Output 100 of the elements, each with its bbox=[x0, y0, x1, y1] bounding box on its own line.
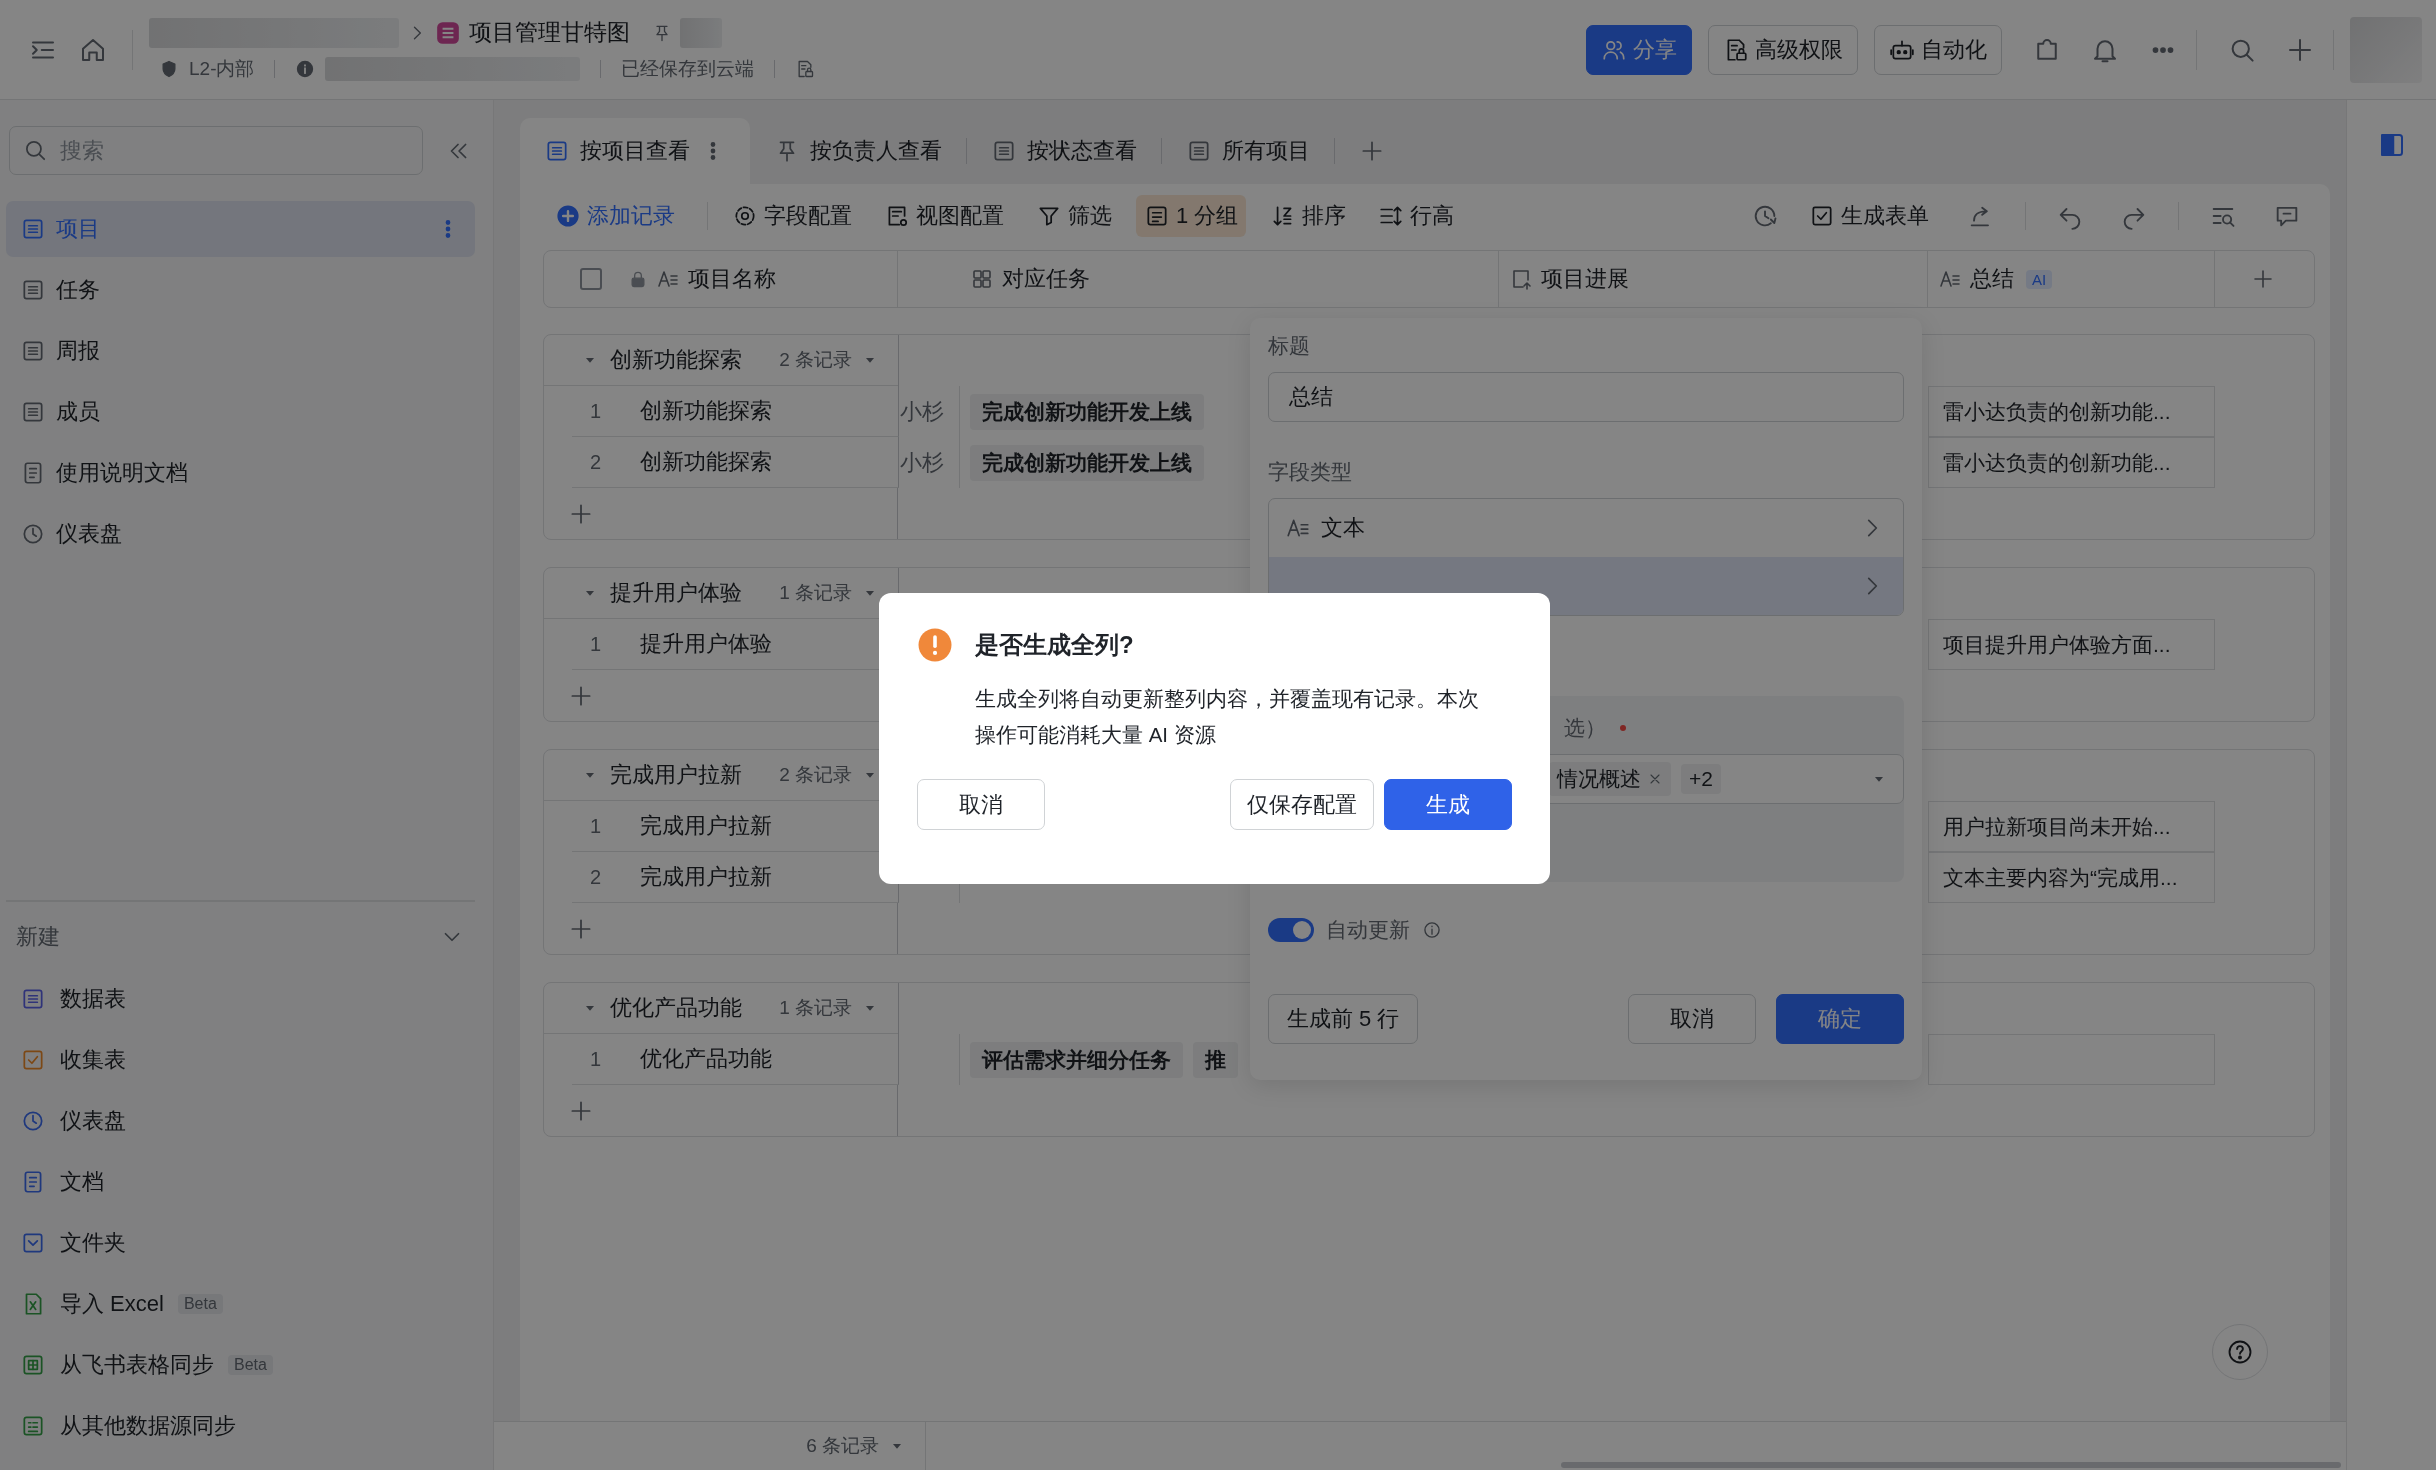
top-button[interactable]: 自动化 bbox=[1874, 24, 2002, 75]
save-status: 已经保存到云端 bbox=[621, 57, 755, 81]
top-button[interactable]: 高级权限 bbox=[1708, 24, 1858, 75]
beta-tag: Beta bbox=[177, 1293, 223, 1314]
group-title: 完成用户拉新 bbox=[610, 761, 742, 789]
app-icon bbox=[435, 19, 461, 46]
sidebar-item[interactable]: 使用说明文档 bbox=[6, 445, 475, 501]
create-item[interactable]: 文档 bbox=[6, 1151, 475, 1212]
row-number: 2 bbox=[590, 865, 603, 889]
table-icon bbox=[991, 138, 1017, 164]
ai-tag: AI bbox=[2026, 269, 2053, 289]
create-item[interactable]: 从飞书表格同步 Beta bbox=[6, 1334, 475, 1395]
toolbar-button[interactable]: 添加记录 bbox=[547, 195, 683, 237]
dialog-button[interactable]: 生成 bbox=[1384, 779, 1512, 830]
toolbar-button[interactable]: 字段配置 bbox=[724, 195, 860, 237]
column-header[interactable]: 项目名称 bbox=[688, 264, 776, 294]
column-header[interactable]: 项目进展 bbox=[1541, 264, 1629, 294]
select-all-checkbox[interactable] bbox=[580, 268, 602, 290]
table-icon bbox=[20, 399, 46, 425]
table-icon bbox=[20, 338, 46, 364]
table-cell-text: 提升用户体验 bbox=[640, 630, 772, 658]
view-tab[interactable]: 按状态查看 bbox=[967, 118, 1161, 184]
create-item[interactable]: 文件夹 bbox=[6, 1212, 475, 1273]
create-item[interactable]: 导入 Excel Beta bbox=[6, 1273, 475, 1334]
add-icon bbox=[555, 203, 581, 229]
view-tab[interactable]: 按负责人查看 bbox=[750, 118, 966, 184]
panel-button[interactable]: 确定 bbox=[1776, 994, 1904, 1044]
top-button[interactable]: 分享 bbox=[1586, 24, 1692, 75]
table-icon bbox=[20, 277, 46, 303]
toolbar-button[interactable]: 1 分组 bbox=[1136, 195, 1247, 237]
table-cell-text: 创新功能探索 bbox=[640, 448, 772, 476]
task-tag: 完成创新功能开发上线 bbox=[970, 393, 1204, 430]
view-tab[interactable]: 所有项目 bbox=[1162, 118, 1334, 184]
warning-icon bbox=[917, 627, 953, 663]
table-cell-text: 用户拉新项目尚未开始... bbox=[1943, 813, 2171, 840]
row-number: 1 bbox=[590, 399, 603, 423]
section-title: 新建 bbox=[16, 923, 60, 951]
row-height-icon bbox=[1378, 203, 1405, 229]
row-number: 1 bbox=[590, 1047, 603, 1071]
group-title: 提升用户体验 bbox=[610, 579, 742, 607]
record-count: 2 条记录 bbox=[779, 763, 852, 787]
sidebar-item[interactable]: 任务 bbox=[6, 262, 475, 318]
task-tag: 完成创新功能开发上线 bbox=[970, 444, 1204, 481]
table-cell-text: 雷小达负责的创新功能... bbox=[1943, 398, 2171, 425]
table-cell-text: 完成用户拉新 bbox=[640, 863, 772, 891]
create-item[interactable]: 数据表 bbox=[6, 968, 475, 1029]
dialog-button[interactable]: 取消 bbox=[917, 779, 1045, 830]
checkbox-form-icon bbox=[1809, 203, 1835, 229]
toggle-label: 自动更新 bbox=[1326, 917, 1410, 943]
table-icon bbox=[544, 138, 570, 164]
record-count: 6 条记录 bbox=[806, 1434, 879, 1458]
toolbar-button[interactable]: 生成表单 bbox=[1801, 195, 1937, 237]
sidebar-item[interactable]: 仪表盘 bbox=[6, 506, 475, 562]
sidebar-item[interactable]: 周报 bbox=[6, 323, 475, 379]
record-count: 2 条记录 bbox=[779, 348, 852, 372]
create-item[interactable]: 仪表盘 bbox=[6, 1090, 475, 1151]
table-cell-text: 文本主要内容为“完成用... bbox=[1943, 864, 2178, 891]
record-count: 1 条记录 bbox=[779, 996, 852, 1020]
table-cell-text: 优化产品功能 bbox=[640, 1045, 772, 1073]
column-header[interactable]: 对应任务 bbox=[1002, 264, 1090, 294]
field-tag: 情况概述 bbox=[1549, 762, 1671, 796]
toolbar-button[interactable]: 行高 bbox=[1370, 195, 1463, 237]
toolbar-button[interactable]: 筛选 bbox=[1028, 195, 1120, 237]
table-cell-text: 雷小达负责的创新功能... bbox=[1943, 449, 2171, 476]
table-cell-text: 完成用户拉新 bbox=[640, 812, 772, 840]
panel-button[interactable]: 取消 bbox=[1628, 994, 1756, 1044]
sidebar-item[interactable]: 成员 bbox=[6, 384, 475, 440]
document-title: 项目管理甘特图 bbox=[469, 18, 630, 47]
field-label: 字段类型 bbox=[1268, 459, 1353, 485]
row-number: 1 bbox=[590, 814, 603, 838]
grid-squares-icon bbox=[970, 267, 994, 291]
info-icon bbox=[1422, 920, 1442, 940]
row-number: 2 bbox=[590, 450, 603, 474]
group-icon bbox=[1144, 203, 1170, 229]
record-count: 1 条记录 bbox=[779, 581, 852, 605]
group-title: 创新功能探索 bbox=[610, 346, 742, 374]
table-cell-text: 小杉 bbox=[900, 448, 944, 477]
scrollbar[interactable] bbox=[1561, 1462, 2341, 1468]
dialog-message: 生成全列将自动更新整列内容，并覆盖现有记录。本次操作可能消耗大量 AI 资源 bbox=[975, 686, 1480, 748]
create-item[interactable]: 收集表 bbox=[6, 1029, 475, 1090]
add-column-icon[interactable] bbox=[2251, 267, 2275, 291]
create-item[interactable]: 从其他数据源同步 bbox=[6, 1395, 475, 1456]
view-tab[interactable]: 按项目查看 bbox=[520, 118, 750, 184]
table-icon bbox=[20, 216, 46, 242]
toolbar-button[interactable]: 视图配置 bbox=[876, 195, 1012, 237]
info-icon bbox=[295, 59, 316, 79]
table-cell-text: 项目提升用户体验方面... bbox=[1943, 631, 2171, 658]
toolbar-button[interactable]: 排序 bbox=[1262, 195, 1355, 237]
beta-tag: Beta bbox=[228, 1354, 273, 1375]
field-label: 标题 bbox=[1268, 333, 1311, 359]
group-title: 优化产品功能 bbox=[610, 994, 742, 1022]
table-icon bbox=[1186, 138, 1212, 164]
help-icon bbox=[2226, 1338, 2254, 1366]
title-field[interactable]: 总结 bbox=[1268, 372, 1904, 422]
panel-button[interactable]: 生成前 5 行 bbox=[1268, 994, 1419, 1044]
dialog-button[interactable]: 仅保存配置 bbox=[1230, 779, 1374, 830]
task-tag: 评估需求并细分任务 bbox=[970, 1041, 1183, 1078]
task-tag: 推 bbox=[1193, 1041, 1238, 1078]
column-header[interactable]: 总结 bbox=[1970, 264, 2014, 294]
toggle-switch[interactable] bbox=[1268, 918, 1314, 942]
